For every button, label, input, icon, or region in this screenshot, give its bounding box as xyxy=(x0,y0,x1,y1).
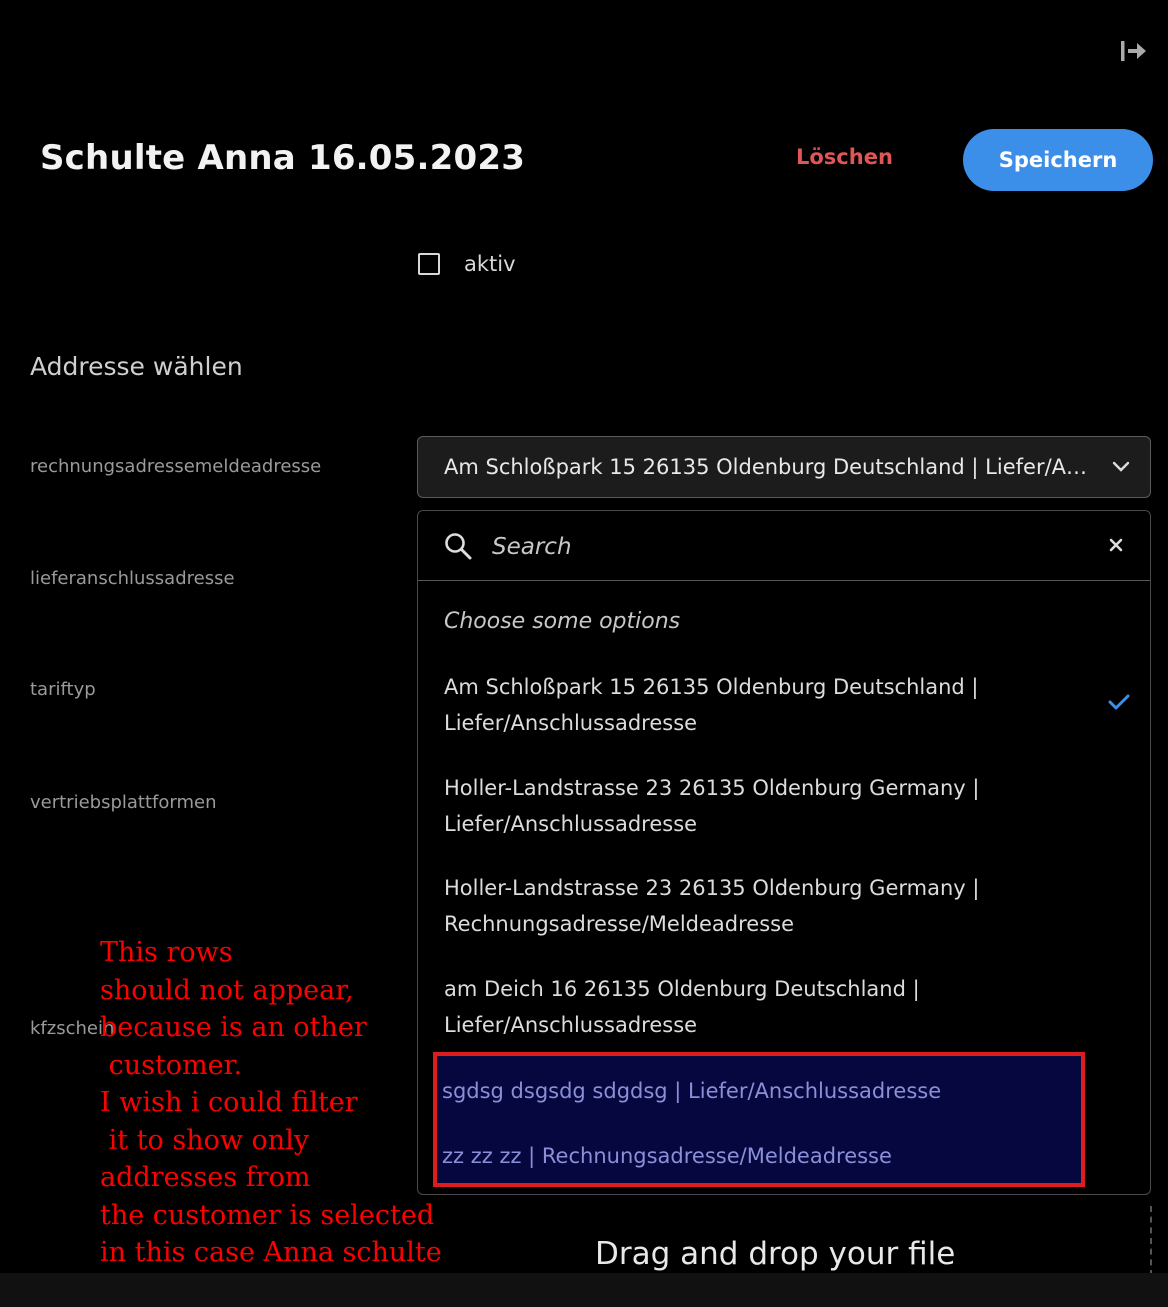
option-line1: Am Schloßpark 15 26135 Oldenburg Deutsch… xyxy=(444,675,979,699)
address-select[interactable]: Am Schloßpark 15 26135 Oldenburg Deutsch… xyxy=(417,436,1151,498)
field-label-rechnungsadresse: rechnungsadressemeldeadresse xyxy=(30,456,322,477)
dropdown-option[interactable]: Am Schloßpark 15 26135 Oldenburg Deutsch… xyxy=(444,669,1064,741)
search-input[interactable] xyxy=(490,525,1054,569)
field-label-tariftyp: tariftyp xyxy=(30,679,96,700)
field-label-vertriebsplattformen: vertriebsplattformen xyxy=(30,792,217,813)
option-line1: Holler-Landstrasse 23 26135 Oldenburg Ge… xyxy=(444,876,980,900)
search-icon xyxy=(445,533,472,560)
bottom-bar xyxy=(0,1273,1168,1307)
field-label-lieferanschlussadresse: lieferanschlussadresse xyxy=(30,568,235,589)
active-checkbox-label: aktiv xyxy=(464,252,516,276)
annotation-text: This rows should not appear, because is … xyxy=(100,937,442,1268)
search-row xyxy=(418,511,1150,581)
dropdown-option[interactable]: am Deich 16 26135 Oldenburg Deutschland … xyxy=(444,971,1064,1043)
option-line2: Liefer/Anschlussadresse xyxy=(444,1013,698,1037)
active-checkbox[interactable] xyxy=(418,253,440,275)
checkmark-icon xyxy=(1108,694,1130,710)
option-line1: Holler-Landstrasse 23 26135 Oldenburg Ge… xyxy=(444,776,980,800)
dropdown-option[interactable]: Holler-Landstrasse 23 26135 Oldenburg Ge… xyxy=(444,770,1064,842)
dropzone-border xyxy=(1150,1206,1152,1276)
delete-button[interactable]: Löschen xyxy=(796,145,893,169)
option-line2: Rechnungsadresse/Meldeadresse xyxy=(444,912,795,936)
annotation-highlight-box: sgdsg dsgsdg sdgdsg | Liefer/Anschlussad… xyxy=(433,1052,1085,1187)
dropdown-option[interactable]: Holler-Landstrasse 23 26135 Oldenburg Ge… xyxy=(444,870,1064,942)
address-select-value: Am Schloßpark 15 26135 Oldenburg Deutsch… xyxy=(444,455,1112,479)
save-button[interactable]: Speichern xyxy=(963,129,1153,191)
logout-arrow-icon[interactable] xyxy=(1118,36,1148,66)
dropdown-hint: Choose some options xyxy=(444,609,681,634)
option-line1: am Deich 16 26135 Oldenburg Deutschland … xyxy=(444,977,920,1001)
option-line2: Liefer/Anschlussadresse xyxy=(444,711,698,735)
page-title: Schulte Anna 16.05.2023 xyxy=(40,138,526,178)
section-title: Addresse wählen xyxy=(30,352,243,381)
dropzone-text[interactable]: Drag and drop your file xyxy=(595,1236,955,1272)
chevron-down-icon[interactable] xyxy=(1112,461,1130,473)
close-icon[interactable] xyxy=(1108,537,1124,553)
option-line2: Liefer/Anschlussadresse xyxy=(444,812,698,836)
